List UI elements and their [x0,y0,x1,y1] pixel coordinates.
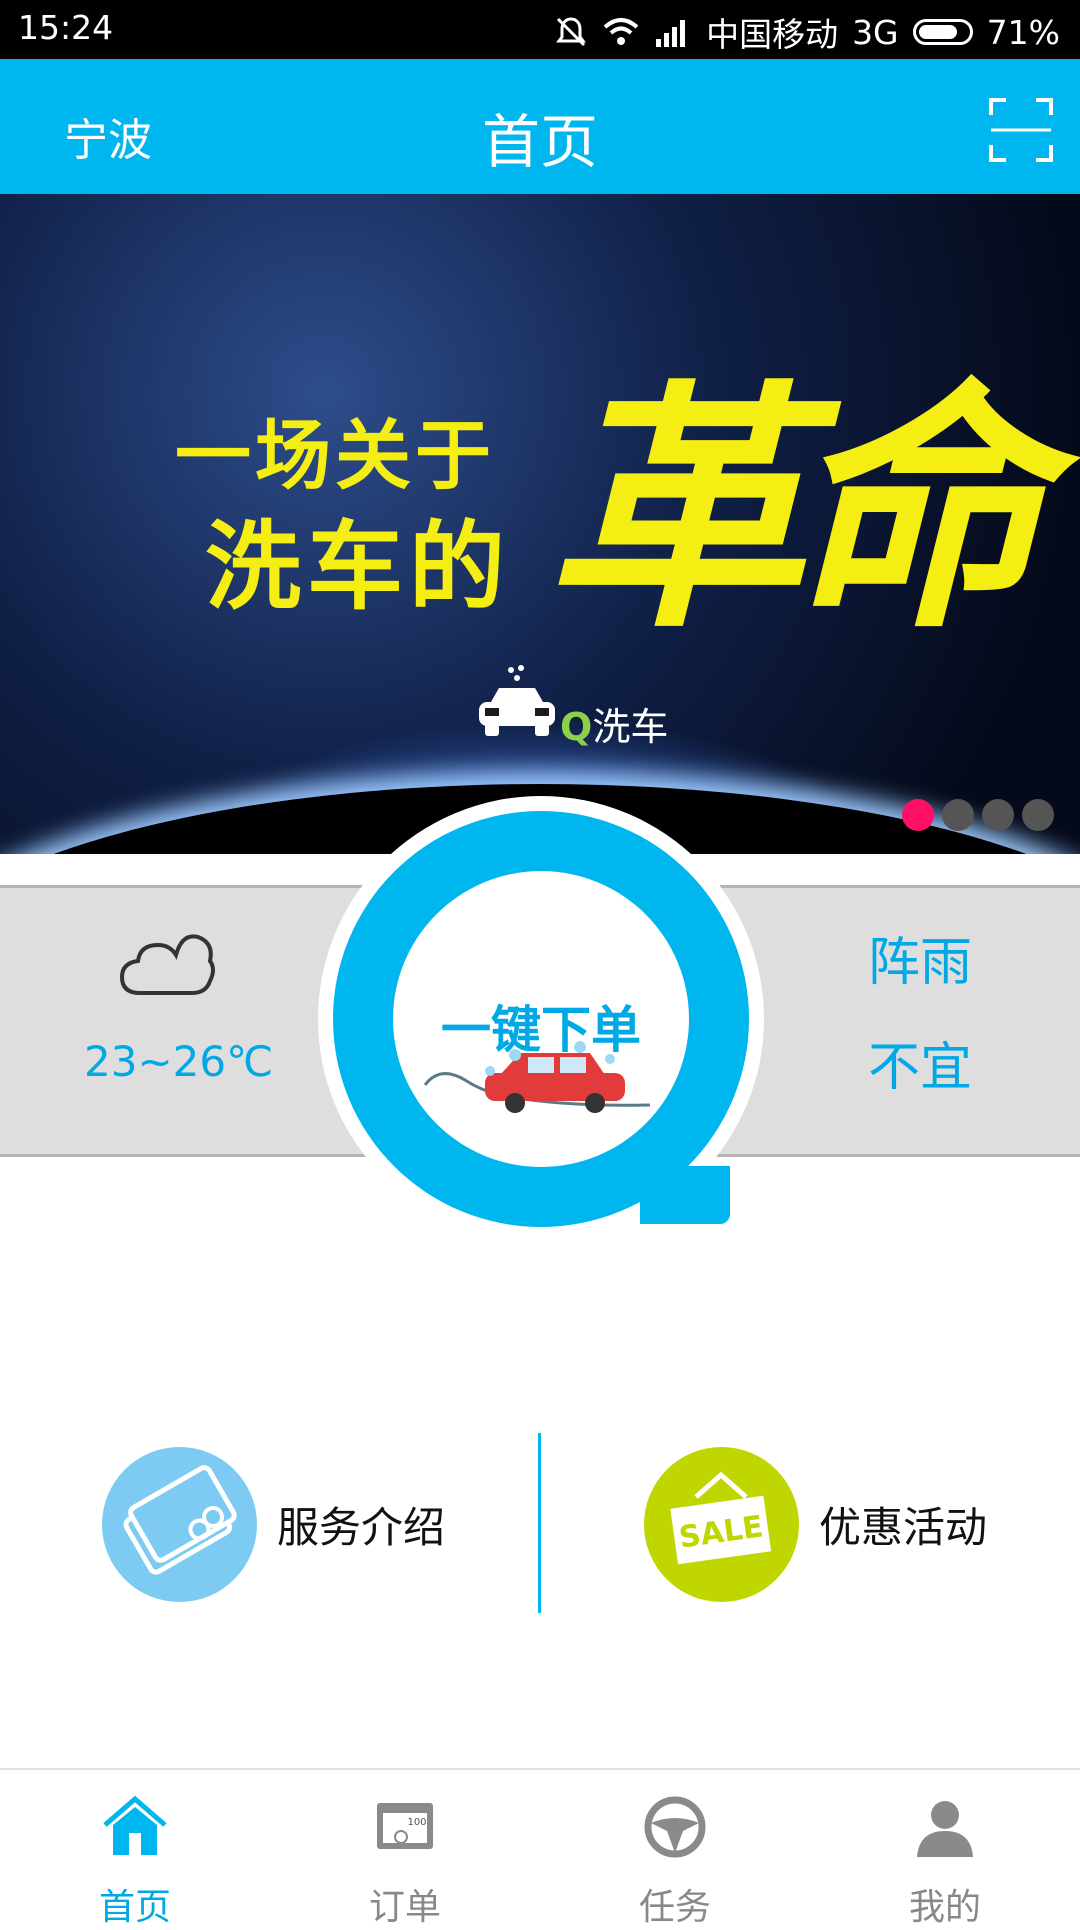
banner-line1: 一场关于 [175,411,495,500]
svg-text:100: 100 [407,1817,426,1828]
sale-tag-icon: SALE [644,1447,799,1602]
battery-level: 71% [986,12,1060,52]
nav-item-orders[interactable]: 100 订单 [270,1770,540,1928]
mute-icon [556,17,587,47]
carousel-dot[interactable] [942,799,974,831]
page-title: 首页 [481,108,598,176]
signal-icon [656,20,686,47]
carousel-dot[interactable] [902,799,934,831]
nav-label-tasks: 任务 [638,1887,711,1928]
nav-item-tasks[interactable]: 任务 [540,1770,810,1928]
network-type: 3G [852,12,899,52]
carrier-name: 中国移动 [706,15,839,54]
service-intro-label: 服务介绍 [277,1503,446,1552]
weather-condition: 阵雨 [868,933,973,993]
carousel-dot[interactable] [982,799,1014,831]
service-intro-button[interactable]: 服务介绍 [102,1447,445,1602]
promo-banner[interactable]: 一场关于 洗车的 革命 Q洗车 [0,194,1080,854]
car-logo-icon [479,665,555,736]
brand-text: 洗车 [592,705,669,749]
carousel-indicator [902,799,1054,831]
feature-divider [538,1433,541,1613]
status-time: 15:24 [18,8,114,47]
nav-label-orders: 订单 [368,1887,441,1928]
user-icon [917,1801,973,1857]
app-header: 宁波 首页 [0,59,1080,194]
bottom-nav: 首页 100 订单 任务 我的 [0,1768,1080,1928]
home-icon [103,1795,167,1855]
nav-item-home[interactable]: 首页 [0,1770,270,1928]
status-bar: 15:24 中国移动 3G 71% [0,0,1080,59]
status-right: 中国移动 3G 71% [554,8,1060,56]
wifi-icon [603,18,639,45]
order-button-tail [640,1166,730,1224]
wash-advice: 不宜 [868,1038,973,1098]
banner-big-text: 革命 [545,361,1045,663]
carousel-dot[interactable] [1022,799,1054,831]
promotions-label: 优惠活动 [819,1503,988,1552]
battery-icon [912,19,973,45]
promotions-button[interactable]: SALE 优惠活动 [644,1447,987,1602]
nav-label-home: 首页 [98,1887,171,1928]
temperature-range: 23~26℃ [84,1037,274,1086]
nav-item-me[interactable]: 我的 [810,1770,1080,1928]
brand-q: Q [560,705,593,749]
order-icon: 100 [377,1803,433,1849]
coupon-icon [102,1447,257,1602]
banner-line2: 洗车的 [205,511,511,623]
steering-wheel-icon [644,1796,706,1858]
car-wash-icon [423,1041,651,1113]
nav-label-me: 我的 [908,1887,981,1928]
scan-icon[interactable] [988,97,1054,163]
cloud-icon [119,934,215,995]
banner-brand: Q洗车 [560,696,668,751]
